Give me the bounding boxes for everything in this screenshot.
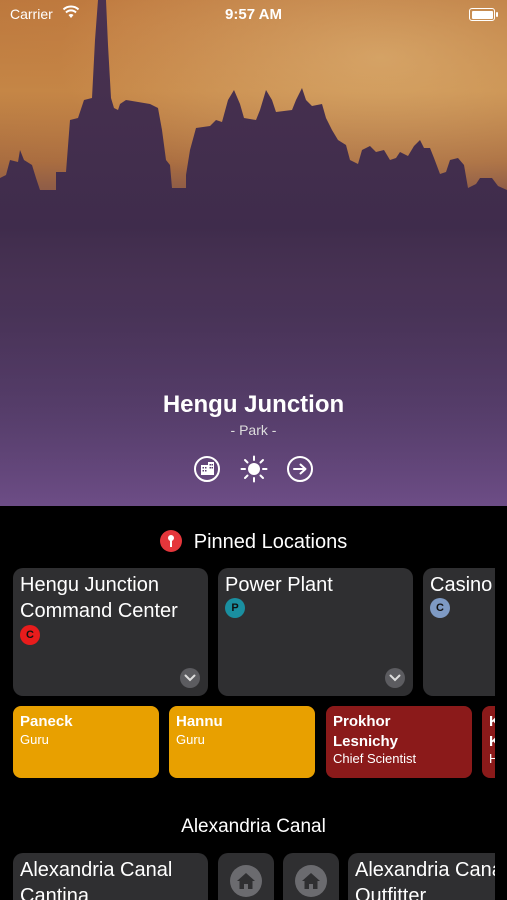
location-hero: Carrier 9:57 AM Hengu Junction - Park - xyxy=(0,0,507,506)
person-role: H xyxy=(489,751,495,766)
location-type-badge: C xyxy=(430,598,450,618)
pin-icon xyxy=(159,530,182,552)
house-icon xyxy=(295,865,327,897)
person-card-partial[interactable]: K K H xyxy=(482,706,495,778)
location-subtitle: - Park - xyxy=(230,422,277,438)
person-name: Paneck xyxy=(20,713,73,730)
person-role: Guru xyxy=(176,732,205,747)
pinned-locations-header: Pinned Locations xyxy=(0,530,507,554)
location-card-casino[interactable]: Casino C xyxy=(423,568,495,696)
person-name: Hannu xyxy=(176,713,223,730)
area-locations-rail[interactable]: Alexandria Canal Cantina Alexandria Cana… xyxy=(13,853,495,900)
pinned-locations-rail[interactable]: Hengu Junction Command Center C Power Pl… xyxy=(13,568,495,696)
arrow-right-circle-icon xyxy=(287,456,313,482)
pinned-people-rail[interactable]: Paneck Guru Hannu Guru Prokhor Lesnichy … xyxy=(13,706,495,779)
house-icon xyxy=(230,865,262,897)
home-button[interactable] xyxy=(218,853,274,900)
location-card-cantina[interactable]: Alexandria Canal Cantina xyxy=(13,853,208,900)
chevron-down-icon[interactable] xyxy=(180,668,200,688)
go-button[interactable] xyxy=(286,455,314,483)
location-card-name: Casino xyxy=(430,574,493,596)
location-card-name: Alexandria Canal Outfitter xyxy=(355,859,495,900)
person-card-hannu[interactable]: Hannu Guru xyxy=(169,706,315,778)
location-title: Hengu Junction xyxy=(162,391,345,418)
battery-icon xyxy=(469,8,498,21)
person-card-paneck[interactable]: Paneck Guru xyxy=(13,706,159,778)
person-role: Chief Scientist xyxy=(333,751,417,766)
location-card-outfitter[interactable]: Alexandria Canal Outfitter xyxy=(348,853,495,900)
sun-icon xyxy=(240,455,268,483)
location-card-name: Alexandria Canal Cantina xyxy=(20,859,173,900)
buildings-button[interactable] xyxy=(193,455,221,483)
person-role: Guru xyxy=(20,732,49,747)
building-icon xyxy=(194,456,220,482)
pinned-locations-title: Pinned Locations xyxy=(193,531,348,553)
person-name: K K xyxy=(489,713,495,750)
chevron-down-icon[interactable] xyxy=(385,668,405,688)
person-card-prokhor-lesnichy[interactable]: Prokhor Lesnichy Chief Scientist xyxy=(326,706,472,778)
weather-button[interactable] xyxy=(240,455,268,483)
clock: 9:57 AM xyxy=(225,6,282,23)
location-type-badge: C xyxy=(20,625,40,645)
status-bar: Carrier 9:57 AM xyxy=(0,0,507,30)
area-title: Alexandria Canal xyxy=(181,816,326,837)
location-card-power-plant[interactable]: Power Plant P xyxy=(218,568,413,696)
location-card-name: Power Plant xyxy=(225,574,333,596)
location-card-command-center[interactable]: Hengu Junction Command Center C xyxy=(13,568,208,696)
person-name: Prokhor Lesnichy xyxy=(333,713,399,750)
location-type-badge: P xyxy=(225,598,245,618)
home-button[interactable] xyxy=(283,853,339,900)
location-card-name: Hengu Junction Command Center xyxy=(20,574,178,622)
location-actions xyxy=(0,455,507,483)
